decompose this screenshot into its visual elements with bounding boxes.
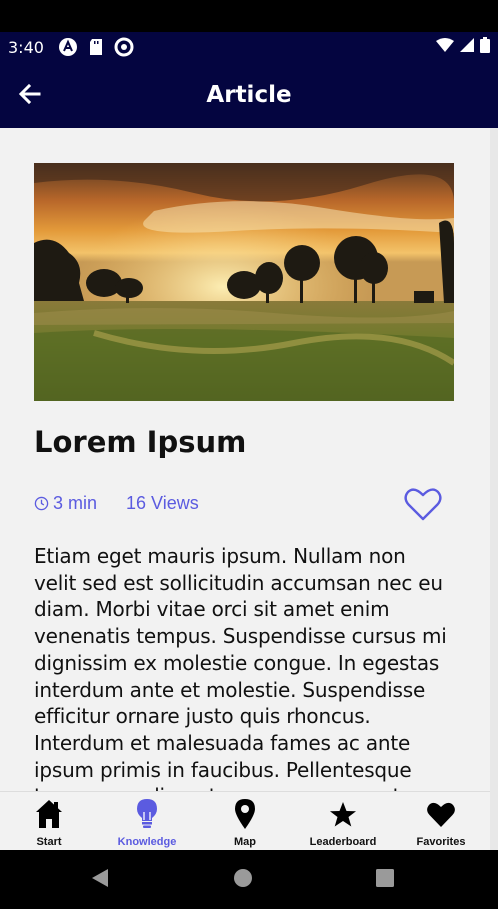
article-meta: 3 min 16 Views [34, 493, 199, 514]
nav-item-start[interactable]: Start [0, 792, 98, 851]
bottom-navigation: Start Knowledge Map Leaderboard Favorite… [0, 791, 490, 851]
nav-gutter [490, 791, 498, 850]
status-top-strip [0, 0, 498, 32]
arrow-left-icon [18, 83, 41, 105]
heart-outline-icon [404, 488, 442, 521]
map-pin-icon [234, 798, 256, 830]
star-icon [329, 798, 357, 830]
nav-label: Favorites [416, 836, 466, 848]
notification-a-icon [58, 37, 78, 57]
read-time: 3 min [53, 493, 98, 513]
clock-icon [34, 496, 49, 511]
scrollbar[interactable] [490, 128, 498, 791]
circle-home-icon [234, 869, 252, 887]
system-navigation-bar [0, 850, 498, 909]
nav-label: Leaderboard [309, 836, 377, 848]
article-title: Lorem Ipsum [34, 425, 247, 459]
system-recents-button[interactable] [375, 868, 395, 888]
nav-item-leaderboard[interactable]: Leaderboard [294, 792, 392, 851]
signal-icon [460, 37, 474, 57]
battery-icon [480, 36, 490, 58]
favorite-button[interactable] [403, 486, 443, 522]
lightbulb-icon [136, 798, 158, 830]
system-back-button[interactable] [91, 868, 109, 888]
page-title: Article [206, 82, 292, 108]
triangle-back-icon [92, 869, 108, 887]
article-image [34, 163, 454, 401]
system-home-button[interactable] [233, 868, 253, 888]
status-time: 3:40 [8, 37, 44, 57]
wifi-icon [436, 37, 454, 57]
app-bar: Article [0, 62, 498, 128]
nav-label: Map [234, 836, 256, 848]
status-bar: 3:40 [0, 32, 498, 62]
nav-item-favorites[interactable]: Favorites [392, 792, 490, 851]
nav-item-map[interactable]: Map [196, 792, 294, 851]
nav-item-knowledge[interactable]: Knowledge [98, 792, 196, 851]
nav-label: Knowledge [117, 836, 177, 848]
home-icon [35, 798, 63, 830]
nav-label: Start [36, 836, 62, 848]
data-saver-icon [114, 37, 134, 57]
article-content[interactable]: Lorem Ipsum 3 min 16 Views Etiam eget ma… [0, 128, 490, 791]
back-button[interactable] [16, 80, 44, 108]
square-recents-icon [376, 869, 394, 887]
article-body: Etiam eget mauris ipsum. Nullam non veli… [34, 544, 447, 791]
sd-card-icon [88, 38, 104, 56]
heart-icon [426, 798, 456, 830]
view-count: 16 Views [126, 493, 199, 513]
